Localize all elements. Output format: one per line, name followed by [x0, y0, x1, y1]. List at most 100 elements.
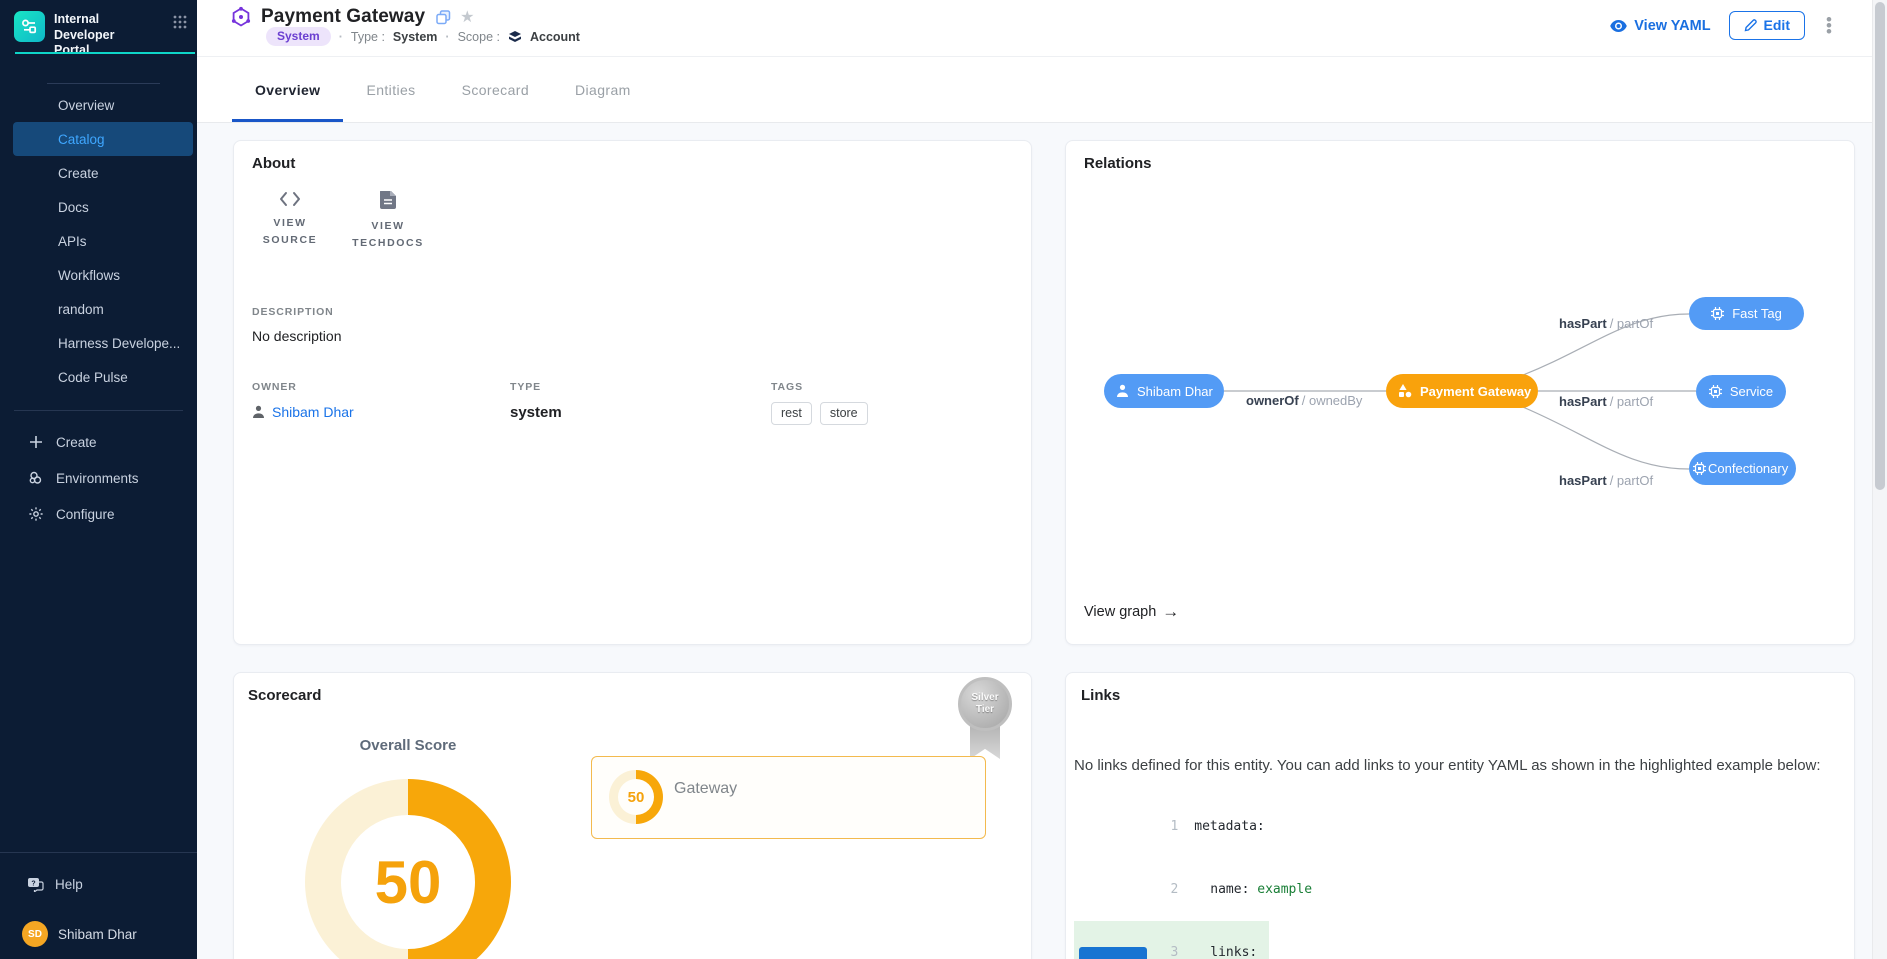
graph-node-service[interactable]: Service [1696, 375, 1786, 408]
graph-node-fast-tag[interactable]: Fast Tag [1689, 297, 1804, 330]
tab-entities[interactable]: Entities [343, 57, 438, 122]
gateway-score-value: 50 [628, 789, 645, 806]
sidebar-bottom-divider [0, 852, 197, 853]
entity-meta-row: System · Type : System · Scope : Account [266, 27, 580, 46]
relations-graph: Shibam Dhar Payment Gateway Fast Tag [1066, 141, 1854, 644]
help-button[interactable]: ? Help [0, 868, 197, 900]
sidebar-divider [14, 410, 183, 411]
sidebar-footer-label: Environments [56, 471, 139, 486]
silver-tier-badge: Silver Tier [956, 677, 1014, 763]
sidebar-item-harness-developer[interactable]: Harness Develope... [0, 326, 197, 360]
relations-card: Relations Shibam Dhar [1065, 140, 1855, 645]
plus-icon [27, 435, 44, 449]
tag-chip-rest[interactable]: rest [771, 402, 812, 425]
app-switcher-grid-icon[interactable] [173, 15, 187, 29]
gateway-check-name: Gateway [674, 780, 737, 798]
sidebar-item-overview[interactable]: Overview [0, 88, 197, 122]
sidebar-item-workflows[interactable]: Workflows [0, 258, 197, 292]
nav-group-divider [47, 83, 160, 84]
sidebar-item-docs[interactable]: Docs [0, 190, 197, 224]
sidebar-item-configure[interactable]: Configure [0, 496, 197, 532]
scorecard-check-gateway[interactable]: 50 Gateway [591, 756, 986, 839]
environments-icon [27, 470, 44, 486]
view-yaml-button[interactable]: View YAML [1610, 18, 1710, 34]
sidebar: Internal Developer Portal Overview Catal… [0, 0, 197, 959]
sidebar-item-random[interactable]: random [0, 292, 197, 326]
favorite-star-icon[interactable]: ★ [460, 7, 474, 27]
graph-node-confectionary[interactable]: Confectionary [1689, 452, 1796, 485]
user-name: Shibam Dhar [58, 927, 137, 942]
help-icon: ? [27, 877, 44, 892]
sidebar-item-apis[interactable]: APIs [0, 224, 197, 258]
view-techdocs-label: VIEWTECHDOCS [352, 218, 424, 252]
harness-logo-icon [14, 11, 45, 42]
sidebar-logo: Internal Developer Portal [0, 0, 197, 69]
sidebar-item-code-pulse[interactable]: Code Pulse [0, 360, 197, 394]
user-menu[interactable]: SD Shibam Dhar [0, 918, 197, 950]
page-title: Payment Gateway [261, 6, 425, 28]
scope-label: Scope : [458, 30, 500, 44]
view-techdocs-button[interactable]: VIEWTECHDOCS [346, 185, 430, 252]
scrollbar-thumb[interactable] [1875, 2, 1885, 490]
code-line-2: 2name: example [1074, 858, 1324, 921]
badge-medal-icon: Silver Tier [958, 677, 1012, 731]
person-icon [252, 405, 265, 419]
entity-tabbar: Overview Entities Scorecard Diagram [197, 57, 1887, 123]
view-source-label: VIEWSOURCE [263, 215, 318, 249]
document-icon [380, 191, 396, 210]
links-action-button[interactable] [1079, 947, 1147, 959]
more-options-kebab-icon[interactable]: ••• [1823, 17, 1835, 35]
owner-link[interactable]: Shibam Dhar [252, 404, 510, 420]
sidebar-footer-nav: Create Environments Configure [0, 424, 197, 532]
tag-chip-store[interactable]: store [820, 402, 868, 425]
tab-diagram[interactable]: Diagram [552, 57, 654, 122]
person-icon [1116, 384, 1129, 398]
links-title: Links [1081, 687, 1120, 704]
page-scrollbar [1872, 0, 1887, 959]
graph-node-label: Fast Tag [1732, 306, 1782, 321]
edit-button[interactable]: Edit [1729, 11, 1805, 40]
graph-node-label: Confectionary [1708, 461, 1788, 476]
overall-score-label: Overall Score [234, 737, 582, 754]
type-value: System [393, 30, 437, 44]
view-graph-link[interactable]: View graph → [1084, 602, 1179, 622]
account-scope-icon [508, 30, 522, 44]
view-source-button[interactable]: VIEWSOURCE [248, 185, 332, 252]
edge-label-haspart-1: hasPart/ partOf [1559, 316, 1653, 331]
edit-label: Edit [1764, 17, 1790, 33]
graph-node-label: Service [1730, 384, 1773, 399]
meta-separator: · [445, 30, 449, 44]
type-field-value: system [510, 404, 771, 421]
tags-label: TAGS [771, 381, 1013, 393]
code-line-1: 1metadata: [1074, 795, 1277, 858]
graph-node-label: Payment Gateway [1420, 384, 1531, 399]
sidebar-item-catalog[interactable]: Catalog [13, 122, 193, 156]
tab-scorecard[interactable]: Scorecard [439, 57, 552, 122]
system-entity-icon [230, 6, 252, 28]
help-label: Help [55, 877, 83, 892]
links-empty-message: No links defined for this entity. You ca… [1074, 757, 1848, 774]
graph-node-owner[interactable]: Shibam Dhar [1104, 374, 1224, 408]
yaml-example-code: 1metadata: 2name: example 3links: 4- url… [1074, 795, 1520, 959]
sidebar-item-create-action[interactable]: Create [0, 424, 197, 460]
service-chip-icon [1709, 385, 1722, 398]
system-shapes-icon [1398, 384, 1412, 398]
edge-label-owner: ownerOf/ ownedBy [1246, 393, 1362, 408]
tab-overview[interactable]: Overview [232, 57, 343, 122]
pencil-icon [1744, 19, 1757, 32]
eye-icon [1610, 20, 1627, 32]
entity-kind-badge: System [266, 27, 331, 46]
edge-label-haspart-3: hasPart/ partOf [1559, 473, 1653, 488]
type-field-label: TYPE [510, 381, 771, 393]
scorecard-title: Scorecard [248, 687, 321, 704]
sidebar-item-environments[interactable]: Environments [0, 460, 197, 496]
sidebar-item-create[interactable]: Create [0, 156, 197, 190]
copy-icon[interactable] [436, 10, 451, 25]
scope-value: Account [530, 30, 580, 44]
owner-label: OWNER [252, 381, 510, 393]
sidebar-footer-label: Configure [56, 507, 115, 522]
graph-node-entity[interactable]: Payment Gateway [1386, 374, 1538, 408]
sidebar-footer-label: Create [56, 435, 97, 450]
view-yaml-label: View YAML [1634, 18, 1710, 34]
user-avatar: SD [22, 921, 48, 947]
